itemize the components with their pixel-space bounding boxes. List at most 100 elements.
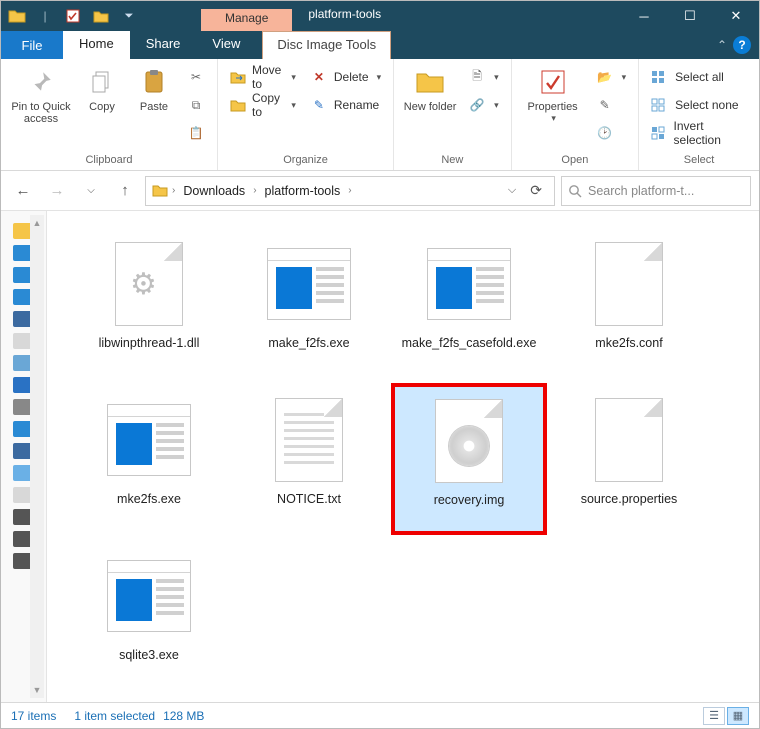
folder-small-icon[interactable]: [89, 4, 113, 28]
recent-locations-button[interactable]: ⌵: [77, 177, 105, 205]
navpane-scrollbar[interactable]: ▲: [30, 215, 44, 698]
ribbon-group-open: Properties ▾ 📂▾ ✎ 🕑 Open: [512, 59, 640, 170]
scroll-up-icon[interactable]: ▲: [30, 215, 44, 231]
file-thumbnail: [266, 392, 352, 488]
history-button[interactable]: 🕑: [592, 121, 631, 145]
close-button[interactable]: ✕: [713, 1, 759, 31]
file-tab[interactable]: File: [1, 31, 63, 59]
copy-button[interactable]: Copy: [79, 63, 125, 113]
paste-button[interactable]: Paste: [131, 63, 177, 113]
file-thumbnail: [586, 392, 672, 488]
search-box[interactable]: Search platform-t...: [561, 176, 751, 206]
file-thumbnail: [586, 236, 672, 332]
delete-button[interactable]: ✕ Delete▾: [306, 65, 385, 89]
open-button[interactable]: 📂▾: [592, 65, 631, 89]
file-name: NOTICE.txt: [277, 492, 341, 508]
copy-to-button[interactable]: Copy to▾: [226, 93, 300, 117]
chevron-right-icon[interactable]: ›: [172, 185, 175, 196]
file-item[interactable]: source.properties: [551, 383, 707, 535]
file-item[interactable]: mke2fs.exe: [71, 383, 227, 535]
file-item[interactable]: recovery.img: [391, 383, 547, 535]
invert-selection-button[interactable]: Invert selection: [647, 121, 751, 145]
properties-check-icon: [539, 65, 567, 99]
chevron-right-icon[interactable]: ›: [253, 185, 256, 196]
file-thumbnail: [426, 393, 512, 489]
share-tab[interactable]: Share: [130, 31, 197, 59]
select-all-icon: [651, 70, 669, 84]
edit-icon: ✎: [596, 98, 614, 112]
copy-path-button[interactable]: ⧉: [183, 93, 209, 117]
home-tab[interactable]: Home: [63, 31, 130, 59]
file-name: mke2fs.conf: [595, 336, 662, 352]
status-size: 128 MB: [163, 709, 204, 723]
paste-icon: [142, 65, 166, 99]
new-folder-button[interactable]: New folder: [402, 63, 458, 113]
details-view-button[interactable]: ☰: [703, 707, 725, 725]
select-none-button[interactable]: Select none: [647, 93, 751, 117]
cut-button[interactable]: ✂: [183, 65, 209, 89]
select-none-icon: [651, 98, 669, 112]
file-item[interactable]: sqlite3.exe: [71, 539, 227, 691]
file-name: mke2fs.exe: [117, 492, 181, 508]
icons-view-button[interactable]: ▦: [727, 707, 749, 725]
file-item[interactable]: NOTICE.txt: [231, 383, 387, 535]
folder-icon: [152, 184, 168, 197]
paste-shortcut-button[interactable]: 📋: [183, 121, 209, 145]
clipboard-small-buttons: ✂ ⧉ 📋: [183, 63, 209, 145]
qat-dropdown-icon[interactable]: ⏷: [117, 4, 141, 28]
refresh-button[interactable]: ⟳: [524, 182, 548, 199]
view-tab[interactable]: View: [196, 31, 256, 59]
copy-to-icon: [230, 98, 246, 112]
collapse-ribbon-icon[interactable]: ⌃: [717, 38, 727, 52]
navigation-pane[interactable]: ▲ ▼: [1, 211, 47, 702]
file-item[interactable]: make_f2fs.exe: [231, 227, 387, 379]
ribbon-tabs: File Home Share View Disc Image Tools ⌃ …: [1, 31, 759, 59]
file-thumbnail: [106, 548, 192, 644]
address-dropdown-icon[interactable]: ⌵: [504, 184, 520, 197]
back-button[interactable]: ←: [9, 177, 37, 205]
disc-image-tools-tab[interactable]: Disc Image Tools: [262, 31, 391, 59]
contextual-tab-group: Manage: [201, 1, 292, 31]
open-small-buttons: 📂▾ ✎ 🕑: [592, 63, 631, 145]
help-icon[interactable]: ?: [733, 36, 751, 54]
paste-label: Paste: [140, 101, 168, 113]
new-item-button[interactable]: 🗎▾: [464, 65, 503, 89]
forward-button[interactable]: →: [43, 177, 71, 205]
scroll-down-icon[interactable]: ▼: [30, 682, 44, 698]
address-bar[interactable]: › Downloads › platform-tools › ⌵ ⟳: [145, 176, 555, 206]
chevron-right-icon[interactable]: ›: [348, 185, 351, 196]
select-all-label: Select all: [675, 70, 724, 84]
up-button[interactable]: ↑: [111, 177, 139, 205]
file-list[interactable]: ⚙libwinpthread-1.dll make_f2fs.exe make_f2…: [47, 211, 759, 702]
properties-button[interactable]: Properties ▾: [520, 63, 586, 124]
file-name: recovery.img: [434, 493, 505, 509]
properties-icon[interactable]: [61, 4, 85, 28]
select-none-label: Select none: [675, 98, 738, 112]
rename-button[interactable]: ✎ Rename: [306, 93, 385, 117]
file-item[interactable]: mke2fs.conf: [551, 227, 707, 379]
move-to-button[interactable]: Move to▾: [226, 65, 300, 89]
minimize-button[interactable]: ─: [621, 1, 667, 31]
new-small-buttons: 🗎▾ 🔗▾: [464, 63, 503, 117]
contextual-tab-header: Manage: [201, 9, 292, 31]
breadcrumb-downloads[interactable]: Downloads: [179, 182, 249, 200]
scissors-icon: ✂: [187, 70, 205, 84]
file-name: make_f2fs.exe: [268, 336, 349, 352]
edit-button[interactable]: ✎: [592, 93, 631, 117]
file-thumbnail: [266, 236, 352, 332]
navigation-bar: ← → ⌵ ↑ › Downloads › platform-tools › ⌵…: [1, 171, 759, 211]
ribbon-group-new: New folder 🗎▾ 🔗▾ New: [394, 59, 512, 170]
file-item[interactable]: make_f2fs_casefold.exe: [391, 227, 547, 379]
pin-label: Pin to Quick access: [9, 101, 73, 125]
breadcrumb-platform-tools[interactable]: platform-tools: [261, 182, 345, 200]
easy-access-button[interactable]: 🔗▾: [464, 93, 503, 117]
file-item[interactable]: ⚙libwinpthread-1.dll: [71, 227, 227, 379]
file-thumbnail: ⚙: [106, 236, 192, 332]
pin-to-quick-access-button[interactable]: Pin to Quick access: [9, 63, 73, 125]
open-group-label: Open: [520, 152, 631, 168]
status-bar: 17 items 1 item selected 128 MB ☰ ▦: [1, 702, 759, 728]
file-name: make_f2fs_casefold.exe: [402, 336, 537, 352]
file-thumbnail: [106, 392, 192, 488]
maximize-button[interactable]: ☐: [667, 1, 713, 31]
select-all-button[interactable]: Select all: [647, 65, 751, 89]
